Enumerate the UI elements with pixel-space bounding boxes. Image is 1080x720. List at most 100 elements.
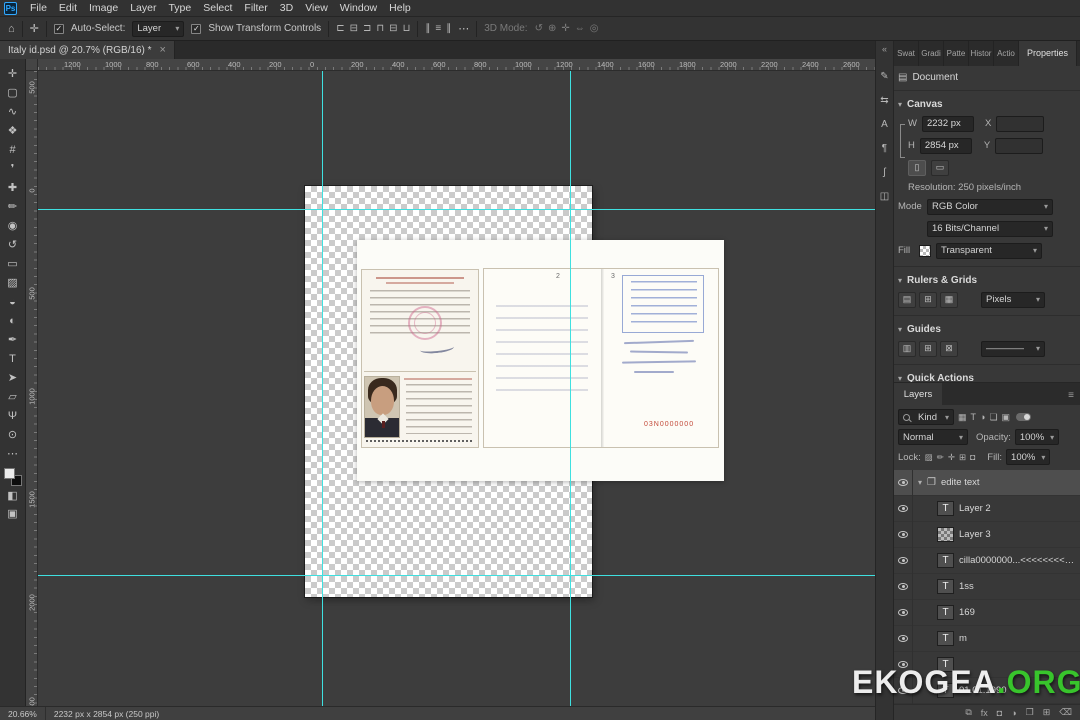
- dodge-tool[interactable]: ◐: [3, 311, 23, 330]
- hand-tool[interactable]: Ψ: [3, 406, 23, 425]
- expand-panels-icon[interactable]: «: [882, 44, 887, 54]
- visibility-eye-icon[interactable]: [894, 469, 913, 496]
- guide-vertical-right[interactable]: [570, 71, 571, 706]
- edit-toolbar-icon[interactable]: ⋯: [3, 444, 23, 462]
- zoom-level-field[interactable]: 20.66%: [0, 707, 46, 720]
- lock-position-icon[interactable]: ✛: [948, 452, 955, 463]
- home-icon[interactable]: ⌂: [8, 23, 15, 35]
- visibility-eye-icon[interactable]: [894, 599, 913, 626]
- group-caret-icon[interactable]: ▾: [918, 478, 922, 487]
- align-left-icon[interactable]: ⊏: [336, 23, 344, 34]
- adjustment-layer-icon[interactable]: ◑: [1011, 708, 1016, 718]
- align-middle-icon[interactable]: ⊟: [389, 23, 397, 34]
- add-guide-icon[interactable]: ▥: [898, 340, 916, 357]
- gradient-tool[interactable]: ▨: [3, 273, 23, 292]
- filter-toggle[interactable]: [1016, 413, 1032, 421]
- section-canvas[interactable]: Canvas: [898, 99, 1076, 110]
- menu-select[interactable]: Select: [198, 1, 237, 15]
- distribute-spacing-icon[interactable]: ∥: [446, 23, 451, 34]
- clear-guides-icon[interactable]: ⊠: [940, 340, 958, 357]
- section-guides[interactable]: Guides: [898, 324, 1076, 335]
- tab-layers[interactable]: Layers: [894, 383, 942, 405]
- pen-tool[interactable]: ✒: [3, 330, 23, 349]
- guide-layout-icon[interactable]: ⊞: [919, 340, 937, 357]
- marquee-tool[interactable]: ▢: [3, 83, 23, 102]
- move-tool[interactable]: ✛: [3, 64, 23, 83]
- menu-help[interactable]: Help: [384, 1, 416, 15]
- menu-filter[interactable]: Filter: [239, 1, 272, 15]
- guide-horizontal-bottom[interactable]: [38, 575, 875, 576]
- history-brush-tool[interactable]: ↺: [3, 235, 23, 254]
- blur-tool[interactable]: ◒: [3, 292, 23, 311]
- toggle-grid-icon[interactable]: ⊞: [919, 291, 937, 308]
- horizontal-ruler[interactable]: 1200 1000 800 600 400 200 0 200 400 600 800 1000 120…: [38, 59, 875, 71]
- screen-mode-icon[interactable]: ▣: [3, 504, 23, 522]
- tab-gradients[interactable]: Gradi: [919, 41, 944, 66]
- distribute-vertical-icon[interactable]: ∥: [425, 23, 430, 34]
- menu-window[interactable]: Window: [335, 1, 382, 15]
- orientation-portrait-button[interactable]: ▯: [908, 159, 926, 176]
- visibility-eye-icon[interactable]: [894, 521, 913, 548]
- menu-layer[interactable]: Layer: [125, 1, 161, 15]
- auto-select-target-dropdown[interactable]: Layer: [132, 20, 185, 37]
- new-layer-icon[interactable]: ⊞: [1043, 707, 1051, 718]
- tab-patterns[interactable]: Patte: [944, 41, 969, 66]
- close-icon[interactable]: ×: [160, 44, 166, 56]
- visibility-eye-icon[interactable]: [894, 547, 913, 574]
- new-group-icon[interactable]: ❐: [1026, 707, 1034, 718]
- fill-dropdown[interactable]: Transparent: [936, 242, 1042, 259]
- visibility-eye-icon[interactable]: [894, 495, 913, 522]
- auto-select-checkbox[interactable]: ✓: [53, 23, 64, 34]
- snap-icon[interactable]: ▦: [940, 291, 958, 308]
- path-selection-tool[interactable]: ➤: [3, 368, 23, 387]
- filter-type-layers-icon[interactable]: T: [971, 412, 977, 423]
- shape-tool[interactable]: ▱: [3, 387, 23, 406]
- layer-row[interactable]: T cilla0000000...<<<<<<<<0 d: [894, 547, 1080, 574]
- color-swatches[interactable]: [3, 468, 22, 486]
- section-rulers-grids[interactable]: Rulers & Grids: [898, 275, 1076, 286]
- lock-pixels-icon[interactable]: ✏: [937, 452, 944, 463]
- vertical-ruler[interactable]: 500 0 500 1000 1500 2000 2500: [26, 71, 38, 706]
- paragraph-panel-icon[interactable]: ¶: [882, 136, 887, 160]
- menu-edit[interactable]: Edit: [54, 1, 82, 15]
- layer-style-icon[interactable]: fx: [981, 708, 988, 718]
- delete-layer-icon[interactable]: ⌫: [1059, 707, 1072, 718]
- menu-3d[interactable]: 3D: [275, 1, 298, 15]
- tab-swatches[interactable]: Swat: [894, 41, 919, 66]
- link-layers-icon[interactable]: ⧉: [965, 707, 971, 718]
- guide-style-dropdown[interactable]: ————: [981, 340, 1045, 357]
- show-transform-checkbox[interactable]: ✓: [191, 23, 202, 34]
- menu-type[interactable]: Type: [163, 1, 196, 15]
- layer-row[interactable]: T 169: [894, 599, 1080, 626]
- filter-pixel-layers-icon[interactable]: ▦: [958, 412, 967, 423]
- lock-all-icon[interactable]: ◘: [970, 452, 975, 463]
- clone-source-panel-icon[interactable]: ⇆: [880, 88, 888, 112]
- y-field[interactable]: [995, 137, 1044, 154]
- lock-transparent-icon[interactable]: ▨: [925, 452, 933, 463]
- filter-adjustment-layers-icon[interactable]: ◑: [980, 412, 985, 423]
- more-options-icon[interactable]: ⋯: [458, 22, 469, 35]
- clone-stamp-tool[interactable]: ◉: [3, 216, 23, 235]
- tab-actions[interactable]: Actio: [994, 41, 1019, 66]
- layer-row[interactable]: T m: [894, 625, 1080, 652]
- layer-row[interactable]: T 1ss: [894, 573, 1080, 600]
- quick-mask-icon[interactable]: ◧: [3, 486, 23, 504]
- glyphs-panel-icon[interactable]: ʃ: [883, 160, 885, 184]
- guide-horizontal-top[interactable]: [38, 209, 875, 210]
- height-field[interactable]: 2854 px: [919, 137, 972, 154]
- link-dimensions-icon[interactable]: [900, 123, 905, 158]
- distribute-horizontal-icon[interactable]: ≡: [435, 23, 441, 34]
- align-right-icon[interactable]: ⊐: [363, 23, 371, 34]
- brush-settings-panel-icon[interactable]: ✎: [880, 64, 888, 88]
- quick-selection-tool[interactable]: ❖: [3, 121, 23, 140]
- toggle-rulers-icon[interactable]: ▤: [898, 291, 916, 308]
- visibility-eye-icon[interactable]: [894, 625, 913, 652]
- lasso-tool[interactable]: ∿: [3, 102, 23, 121]
- document-tab[interactable]: Italy id.psd @ 20.7% (RGB/16) * ×: [0, 41, 175, 59]
- kind-filter-dropdown[interactable]: Kind: [898, 409, 954, 425]
- lock-artboard-icon[interactable]: ⊞: [959, 452, 966, 463]
- color-mode-dropdown[interactable]: RGB Color: [927, 198, 1053, 215]
- units-dropdown[interactable]: Pixels: [981, 291, 1045, 308]
- canvas-viewport[interactable]: 2 3 03N0000000: [38, 71, 875, 706]
- menu-image[interactable]: Image: [84, 1, 123, 15]
